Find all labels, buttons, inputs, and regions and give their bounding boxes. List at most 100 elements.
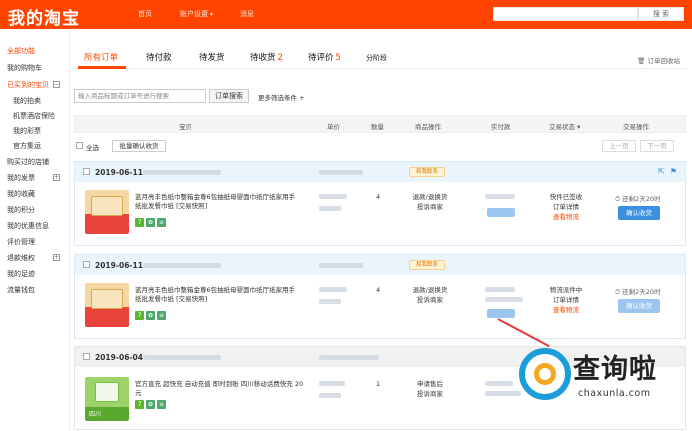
- view-logistics-link[interactable]: 查看物流: [541, 212, 591, 222]
- view-logistics-link[interactable]: 查看物流: [541, 305, 591, 315]
- order-date: 2019-06-11: [95, 168, 143, 177]
- confirm-receipt-button[interactable]: 确认收货: [618, 299, 660, 313]
- redacted-price: [319, 381, 345, 386]
- thumb-label: 四川: [89, 411, 102, 418]
- prev-page-button[interactable]: 上一页: [602, 140, 636, 152]
- product-tags: 7 ✿ ≡: [135, 218, 168, 227]
- watermark-url: chaxunla.com: [578, 388, 651, 399]
- search-button[interactable]: 搜 索: [638, 7, 684, 21]
- thumb-package: [91, 289, 123, 309]
- collapse-icon[interactable]: −: [53, 81, 60, 88]
- sidebar-item-coupons[interactable]: 我的优惠信息: [7, 221, 49, 231]
- redacted-paid: [485, 194, 515, 199]
- complain-link[interactable]: 投诉商家: [405, 389, 455, 399]
- sidebar-item-favorites[interactable]: 我的收藏: [7, 189, 35, 199]
- refund-link[interactable]: 退款/退换货: [405, 285, 455, 295]
- active-tab-indicator: [78, 66, 126, 69]
- share-icon[interactable]: ⇱: [658, 167, 665, 176]
- refund-link[interactable]: 退款/退换货: [405, 192, 455, 202]
- receipt-countdown: ⏱ 还剩2天20时: [615, 286, 661, 297]
- contact-seller-badge[interactable]: 和我联系: [409, 167, 445, 177]
- product-quantity: 4: [376, 193, 381, 201]
- order-date: 2019-06-11: [95, 261, 143, 270]
- after-sales-link[interactable]: 申请售后: [405, 379, 455, 389]
- order-tabs: 所有订单 待付款 待发货 待收货 2 待评价 5 分阶段 🗑 订单回收站: [74, 45, 686, 69]
- tab-pending-review[interactable]: 待评价 5: [308, 51, 341, 63]
- product-title[interactable]: 蓝月亮丰色纸巾整箱金尊6包抽纸母婴面巾纸厅纸家用手纸批发餐巾纸 [交易快照]: [135, 286, 300, 304]
- order-checkbox[interactable]: [83, 168, 90, 175]
- next-page-button[interactable]: 下一页: [640, 140, 674, 152]
- th-status[interactable]: 交易状态 ▾: [549, 121, 580, 131]
- order-search-input[interactable]: 输入商品标题或订单号进行搜索: [74, 89, 206, 103]
- top-bar: 我的淘宝 首页 账户设置 ▾ 消息 搜 索: [0, 0, 692, 29]
- sidebar-item-lottery[interactable]: 我的彩票: [13, 126, 41, 136]
- sidebar-item-consolidation[interactable]: 官方集运: [13, 141, 41, 151]
- thumb-package: [91, 196, 123, 216]
- sidebar-item-auction[interactable]: 我的拍卖: [13, 96, 41, 106]
- sidebar-item-reviews[interactable]: 评价管理: [7, 237, 35, 247]
- sidebar-item-purchased[interactable]: 已买到的宝贝: [7, 80, 49, 90]
- expand-icon[interactable]: +: [53, 254, 60, 261]
- search-input[interactable]: [493, 7, 638, 21]
- thumb-bg: [85, 307, 129, 327]
- order-search-button[interactable]: 订单搜索: [209, 89, 249, 103]
- product-quantity: 1: [376, 380, 381, 388]
- recycle-bin-link[interactable]: 🗑 订单回收站: [637, 55, 680, 65]
- order-details-link[interactable]: 订单详情: [541, 295, 591, 305]
- tab-pending-payment[interactable]: 待付款: [146, 51, 172, 63]
- select-all-label: 全选: [86, 144, 99, 152]
- th-actions: 交易操作: [623, 123, 649, 131]
- order-status: 快件已签收 订单详情 查看物流: [541, 192, 591, 222]
- nav-messages[interactable]: 消息: [240, 9, 254, 19]
- complain-link[interactable]: 投诉商家: [405, 202, 455, 212]
- contact-seller-badge[interactable]: 和我联系: [409, 260, 445, 270]
- flag-icon[interactable]: ⚑: [670, 167, 677, 176]
- select-all-checkbox[interactable]: [76, 142, 83, 149]
- tab-pending-shipment[interactable]: 待发货: [199, 51, 225, 63]
- order-card: 2019-06-11 和我联系 蓝月亮丰色纸巾整箱金尊6包抽纸母婴面巾纸厅纸家用…: [74, 254, 686, 339]
- sidebar-item-points[interactable]: 我的积分: [7, 205, 35, 215]
- order-checkbox[interactable]: [83, 261, 90, 268]
- sidebar-item-footprints[interactable]: 我的足迹: [7, 269, 35, 279]
- order-header: 2019-06-11 和我联系: [75, 255, 685, 275]
- sidebar-item-refunds[interactable]: 退款维权: [7, 253, 35, 263]
- expand-icon[interactable]: +: [53, 174, 60, 181]
- bulk-actions-bar: 全选 批量确认收货 上一页 下一页: [74, 140, 686, 154]
- th-item-ops: 商品操作: [415, 123, 441, 131]
- batch-confirm-button[interactable]: 批量确认收货: [112, 140, 166, 152]
- thumb-package: [95, 382, 119, 402]
- nav-home[interactable]: 首页: [138, 9, 152, 19]
- sidebar-item-visited-shops[interactable]: 购买过的店铺: [7, 157, 49, 167]
- tab-pending-receipt[interactable]: 待收货 2: [250, 51, 283, 63]
- sidebar-item-travel[interactable]: 机票酒店保险: [13, 111, 55, 121]
- thumb-bg: [85, 214, 129, 234]
- nav-account-settings-label: 账户设置: [180, 10, 208, 18]
- redacted-price: [319, 393, 341, 398]
- sidebar-item-data-wallet[interactable]: 流量钱包: [7, 285, 35, 295]
- nav-account-settings[interactable]: 账户设置 ▾: [180, 9, 213, 19]
- complain-link[interactable]: 投诉商家: [405, 295, 455, 305]
- tab-all-orders[interactable]: 所有订单: [84, 51, 118, 63]
- order-checkbox[interactable]: [83, 353, 90, 360]
- order-details-link[interactable]: 订单详情: [541, 202, 591, 212]
- sidebar-item-all-functions[interactable]: 全部功能: [7, 46, 35, 56]
- redacted-paid: [485, 391, 521, 396]
- tab-staged[interactable]: 分阶段: [366, 53, 387, 63]
- product-thumbnail[interactable]: [85, 190, 129, 234]
- redacted-shop-name: [319, 170, 363, 175]
- product-thumbnail[interactable]: 四川: [85, 377, 129, 421]
- product-title[interactable]: 官方直充 超快充 自动充值 即时到账 四川移动话费快充 20元: [135, 380, 305, 398]
- sidebar-item-cart[interactable]: 我的购物车: [7, 63, 42, 73]
- clock-icon: ⏱: [615, 288, 621, 296]
- more-filters-link[interactable]: 更多筛选条件 +: [258, 92, 305, 102]
- th-item: 宝贝: [179, 123, 192, 131]
- product-thumbnail[interactable]: [85, 283, 129, 327]
- sidebar-item-invoices[interactable]: 我的发票: [7, 173, 35, 183]
- watermark-logo-dot: [534, 363, 556, 385]
- confirm-receipt-button[interactable]: 确认收货: [618, 206, 660, 220]
- redacted-order-number: [143, 263, 221, 268]
- receipt-countdown: ⏱ 还剩2天20时: [615, 193, 661, 204]
- watermark-text: 查询啦: [573, 354, 657, 385]
- site-logo[interactable]: 我的淘宝: [8, 4, 80, 29]
- product-title[interactable]: 蓝月亮丰色纸巾整箱金尊6包抽纸母婴面巾纸厅纸家用手纸批发餐巾纸 [交易快照]: [135, 193, 300, 211]
